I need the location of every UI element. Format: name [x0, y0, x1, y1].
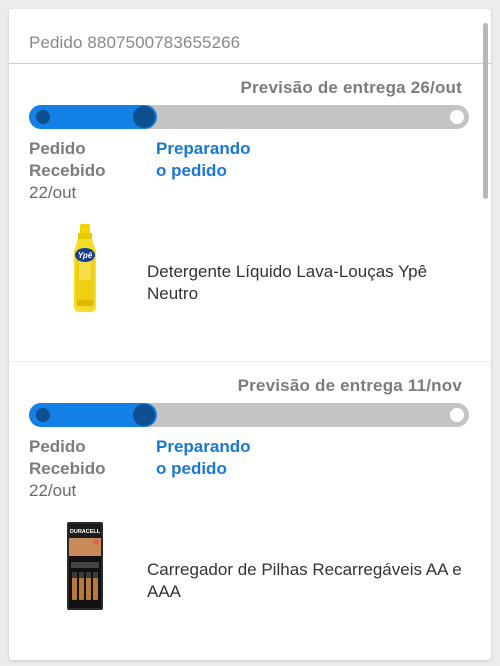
shipment-2: Previsão de entrega 11/nov Pedido Recebi… [9, 361, 491, 658]
delivery-estimate: Previsão de entrega 26/out [240, 78, 462, 97]
step-received-date: 22/out [29, 481, 77, 500]
step-preparing-label-1: Preparando [156, 437, 251, 456]
step-preparing-label-1: Preparando [156, 139, 251, 158]
order-card: Pedido 8807500783655266 Previsão de entr… [9, 9, 491, 660]
step-delivered-dot [450, 408, 464, 422]
product-item[interactable]: Ypê Detergente Líquido Lava-Louças Ypê N… [9, 224, 491, 324]
progress-track [29, 105, 469, 129]
step-received: Pedido Recebido 22/out [29, 436, 119, 502]
step-preparing: Preparando o pedido [156, 138, 286, 182]
step-received-dot [36, 408, 50, 422]
battery-charger-icon: DURACELL [63, 522, 107, 612]
product-name: Carregador de Pilhas Recarregáveis AA e … [147, 560, 462, 601]
step-received: Pedido Recebido 22/out [29, 138, 119, 204]
svg-text:DURACELL: DURACELL [70, 529, 101, 535]
step-received-label-1: Pedido [29, 139, 86, 158]
step-received-date: 22/out [29, 183, 77, 202]
delivery-estimate: Previsão de entrega 11/nov [237, 376, 462, 395]
step-received-label-1: Pedido [29, 437, 86, 456]
step-preparing-label-2: o pedido [156, 459, 227, 478]
step-delivered-dot [450, 110, 464, 124]
product-item[interactable]: DURACELL Carregador de Pilhas Recarregáv… [9, 522, 491, 622]
step-received-label-2: Recebido [29, 161, 106, 180]
step-preparing: Preparando o pedido [156, 436, 286, 480]
step-preparing-dot [133, 106, 155, 128]
step-preparing-dot [133, 404, 155, 426]
svg-text:Ypê: Ypê [78, 251, 93, 260]
step-received-label-2: Recebido [29, 459, 106, 478]
order-number: Pedido 8807500783655266 [9, 9, 491, 64]
progress-track [29, 403, 469, 427]
step-preparing-label-2: o pedido [156, 161, 227, 180]
step-received-dot [36, 110, 50, 124]
shipment-1: Previsão de entrega 26/out Pedido Recebi… [9, 64, 491, 361]
product-name: Detergente Líquido Lava-Louças Ypê Neutr… [147, 262, 428, 303]
detergent-bottle-icon: Ypê [63, 224, 107, 314]
